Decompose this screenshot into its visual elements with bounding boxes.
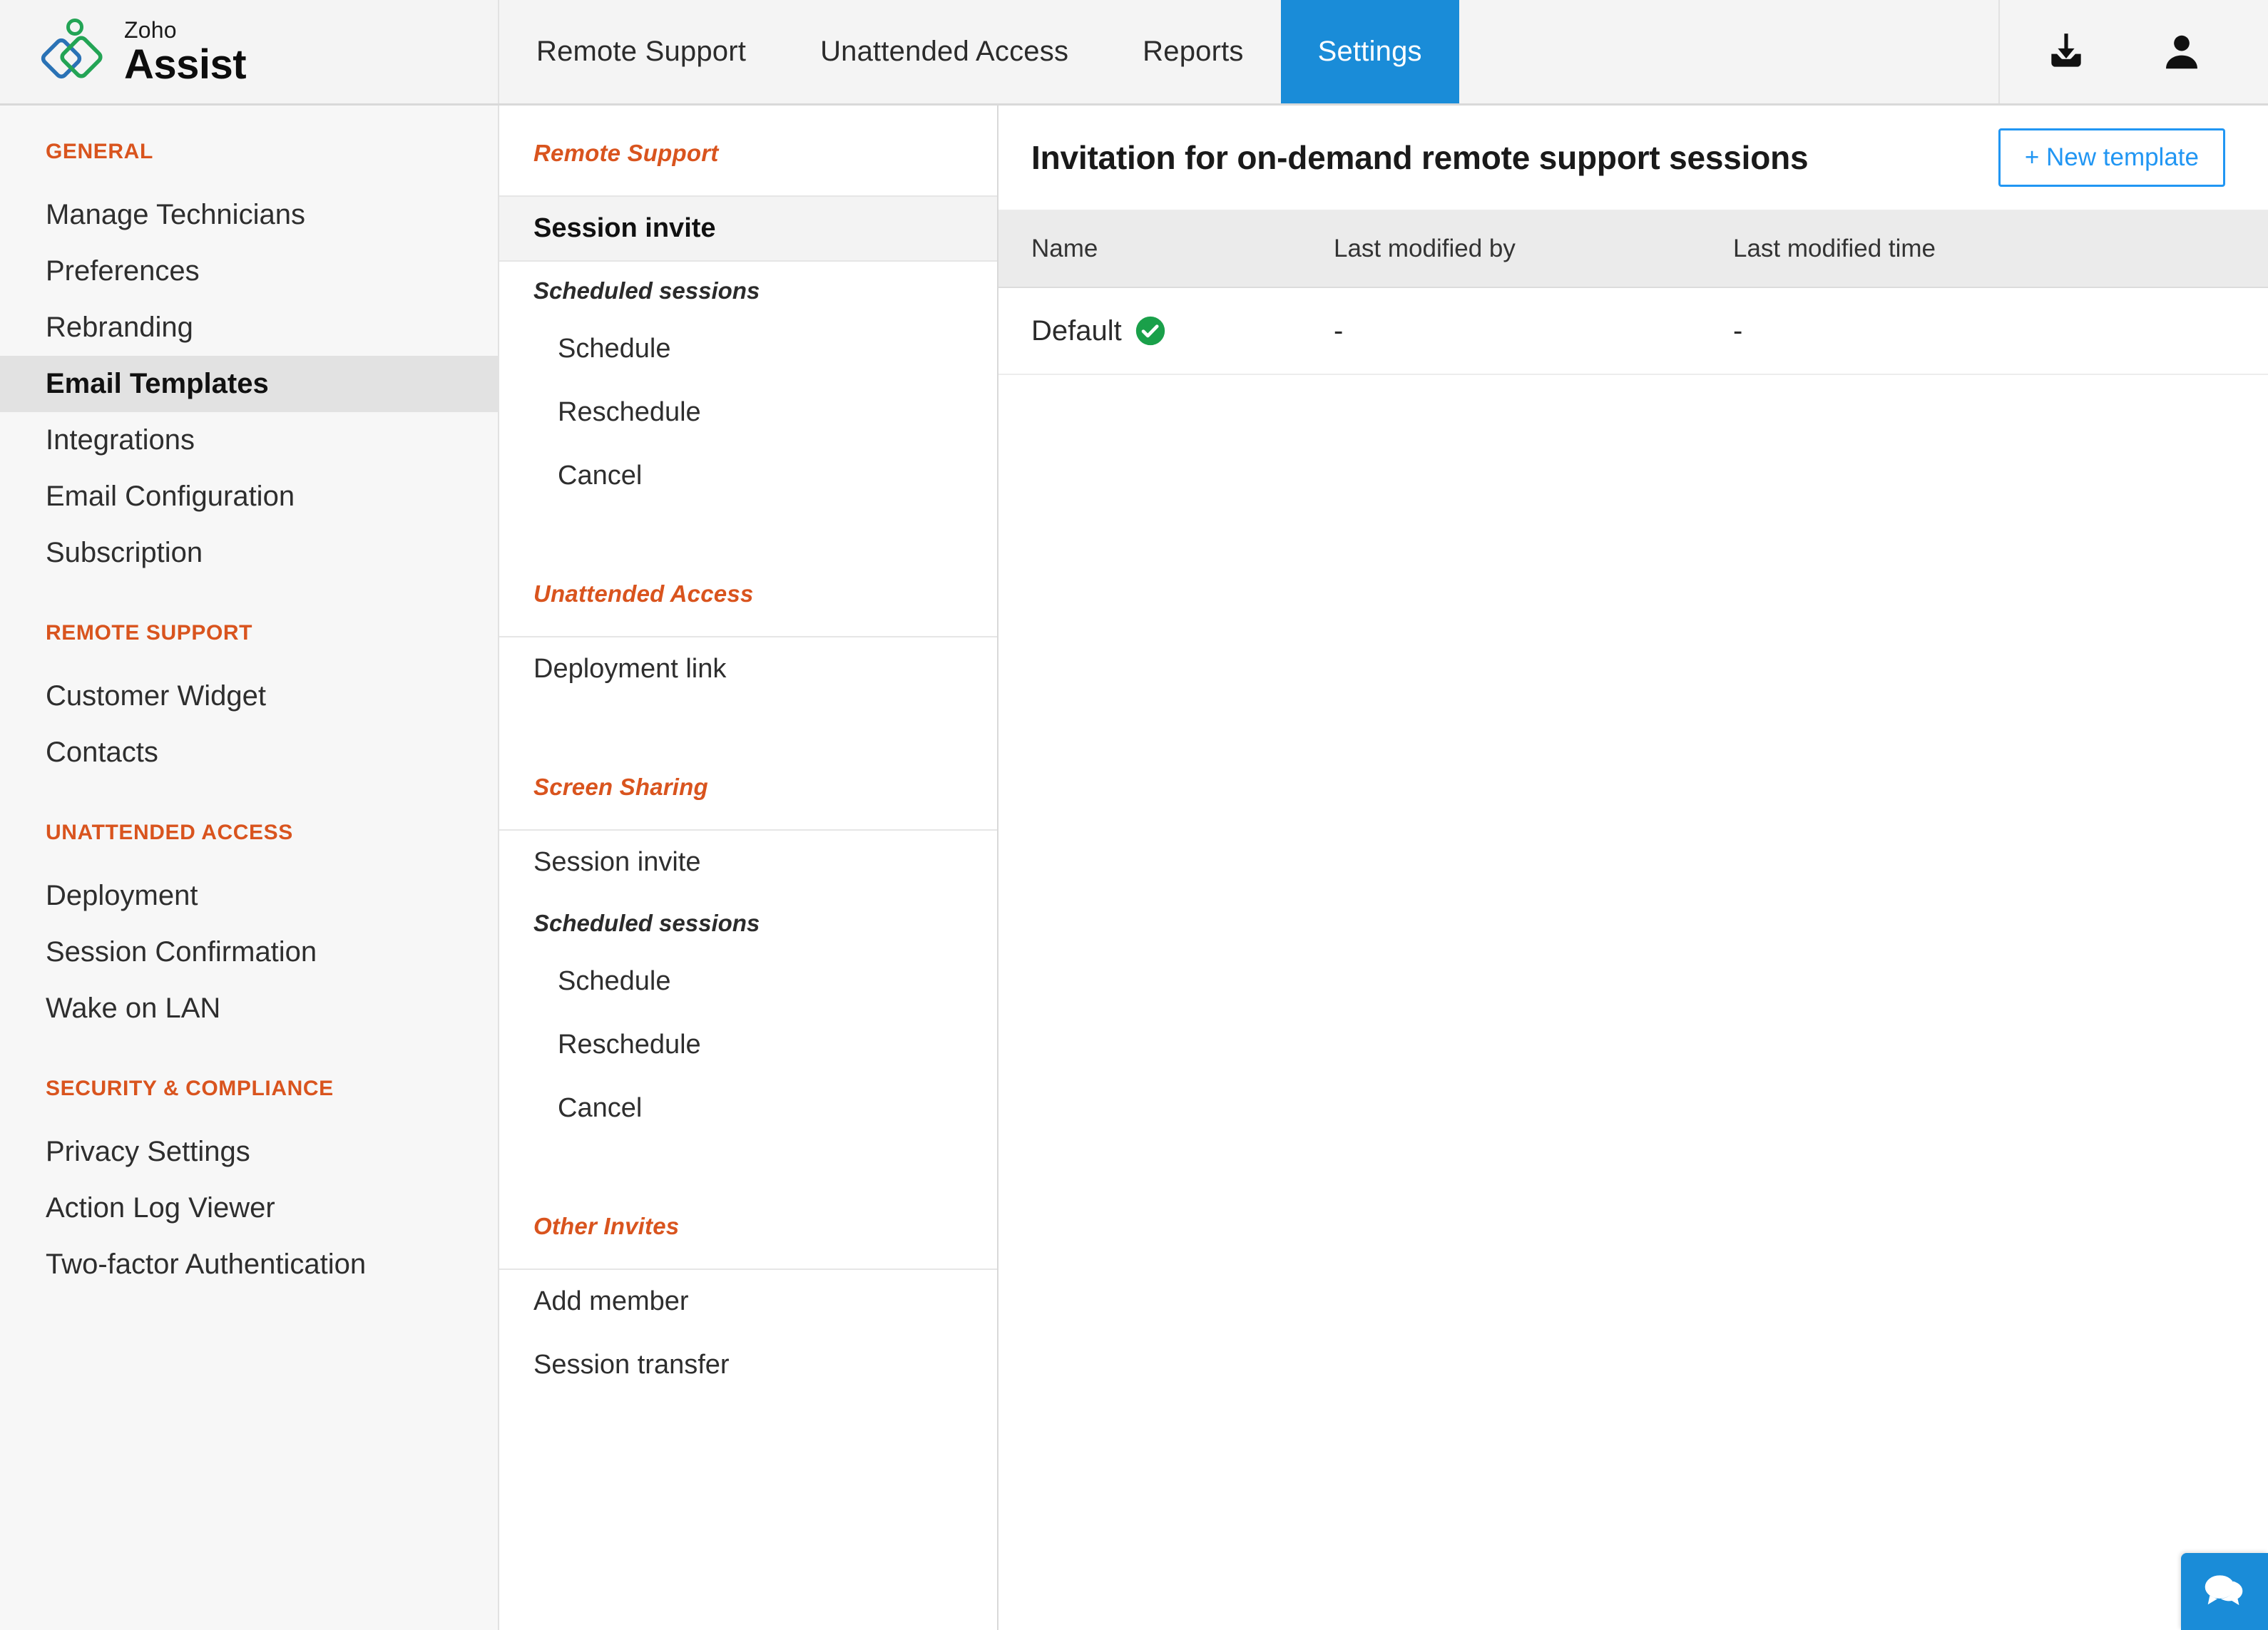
sidebar-item-privacy-settings[interactable]: Privacy Settings: [0, 1124, 498, 1180]
sidebar-divider: [0, 1037, 498, 1077]
download-icon[interactable]: [2043, 29, 2090, 76]
sidebar-item-integrations[interactable]: Integrations: [0, 412, 498, 468]
main-navigation: Remote Support Unattended Access Reports…: [499, 0, 1998, 103]
template-subheading-scheduled-sessions: Scheduled sessions: [499, 262, 997, 317]
template-section-remote-support: Remote Support: [499, 106, 997, 197]
templates-table: Name Last modified by Last modified time…: [998, 211, 2268, 375]
template-item-session-transfer[interactable]: Session transfer: [499, 1333, 997, 1397]
brand-logo[interactable]: Zoho Assist: [0, 0, 499, 103]
template-item-screen-sharing-session-invite[interactable]: Session invite: [499, 831, 997, 894]
sidebar-item-subscription[interactable]: Subscription: [0, 525, 498, 581]
cell-template-name: Default: [998, 315, 1334, 347]
column-header-last-modified-by: Last modified by: [1334, 235, 1733, 263]
cell-last-modified-time: -: [1733, 315, 2268, 347]
main-header: Invitation for on-demand remote support …: [998, 106, 2268, 211]
nav-tab-settings[interactable]: Settings: [1281, 0, 1459, 103]
sidebar-item-session-confirmation[interactable]: Session Confirmation: [0, 924, 498, 980]
page-title: Invitation for on-demand remote support …: [1031, 138, 1808, 177]
template-item-screen-sharing-reschedule[interactable]: Reschedule: [499, 1013, 997, 1077]
template-item-screen-sharing-schedule[interactable]: Schedule: [499, 950, 997, 1013]
sidebar-group-unattended-access: UNATTENDED ACCESS: [0, 821, 498, 845]
nav-tab-reports[interactable]: Reports: [1105, 0, 1280, 103]
template-item-screen-sharing-cancel[interactable]: Cancel: [499, 1077, 997, 1140]
sidebar-item-two-factor-authentication[interactable]: Two-factor Authentication: [0, 1236, 498, 1293]
top-bar-actions: [1998, 0, 2268, 103]
template-section-other-invites: Other Invites: [499, 1179, 997, 1270]
template-item-remote-support-schedule[interactable]: Schedule: [499, 317, 997, 381]
sidebar-item-wake-on-lan[interactable]: Wake on LAN: [0, 980, 498, 1037]
zoho-assist-diamond-logo-icon: [40, 18, 108, 86]
brand-zoho-text: Zoho: [124, 19, 246, 41]
green-check-badge-icon: [1135, 315, 1166, 347]
sidebar-group-security-compliance: SECURITY & COMPLIANCE: [0, 1077, 498, 1101]
template-name-text: Default: [1031, 315, 1122, 347]
nav-tab-unattended-access[interactable]: Unattended Access: [783, 0, 1105, 103]
cell-last-modified-by: -: [1334, 315, 1733, 347]
settings-sidebar: GENERAL Manage Technicians Preferences R…: [0, 106, 499, 1630]
new-template-button[interactable]: + New template: [1998, 128, 2225, 187]
email-template-nav: Remote Support Session invite Scheduled …: [499, 106, 998, 1630]
template-item-deployment-link[interactable]: Deployment link: [499, 637, 997, 701]
brand-product-text: Assist: [124, 44, 246, 86]
sidebar-item-customer-widget[interactable]: Customer Widget: [0, 668, 498, 724]
sidebar-item-email-configuration[interactable]: Email Configuration: [0, 468, 498, 525]
sidebar-item-manage-technicians[interactable]: Manage Technicians: [0, 187, 498, 243]
sidebar-group-remote-support: REMOTE SUPPORT: [0, 621, 498, 645]
template-nav-spacer: [499, 508, 997, 546]
template-item-remote-support-session-invite[interactable]: Session invite: [499, 197, 997, 262]
table-header-row: Name Last modified by Last modified time: [998, 211, 2268, 288]
sidebar-item-rebranding[interactable]: Rebranding: [0, 299, 498, 356]
column-header-name: Name: [998, 235, 1334, 263]
sidebar-item-email-templates[interactable]: Email Templates: [0, 356, 498, 412]
sidebar-group-general: GENERAL: [0, 140, 498, 164]
template-section-screen-sharing: Screen Sharing: [499, 739, 997, 831]
main-content: Invitation for on-demand remote support …: [998, 106, 2268, 1630]
user-account-icon[interactable]: [2158, 29, 2205, 76]
sidebar-item-contacts[interactable]: Contacts: [0, 724, 498, 781]
template-nav-spacer: [499, 1140, 997, 1179]
sidebar-item-action-log-viewer[interactable]: Action Log Viewer: [0, 1180, 498, 1236]
column-header-last-modified-time: Last modified time: [1733, 235, 2268, 263]
chat-widget-button[interactable]: [2181, 1553, 2268, 1630]
nav-tab-remote-support[interactable]: Remote Support: [499, 0, 783, 103]
template-nav-spacer: [499, 701, 997, 739]
sidebar-divider: [0, 781, 498, 821]
chat-bubbles-icon: [2201, 1570, 2248, 1614]
top-bar: Zoho Assist Remote Support Unattended Ac…: [0, 0, 2268, 106]
sidebar-item-deployment[interactable]: Deployment: [0, 868, 498, 924]
template-item-remote-support-cancel[interactable]: Cancel: [499, 444, 997, 508]
page-body: GENERAL Manage Technicians Preferences R…: [0, 106, 2268, 1630]
table-row[interactable]: Default - -: [998, 288, 2268, 375]
template-subheading-scheduled-sessions: Scheduled sessions: [499, 894, 997, 950]
template-item-remote-support-reschedule[interactable]: Reschedule: [499, 381, 997, 444]
sidebar-divider: [0, 581, 498, 621]
sidebar-item-preferences[interactable]: Preferences: [0, 243, 498, 299]
template-section-unattended-access: Unattended Access: [499, 546, 997, 637]
template-item-add-member[interactable]: Add member: [499, 1270, 997, 1333]
